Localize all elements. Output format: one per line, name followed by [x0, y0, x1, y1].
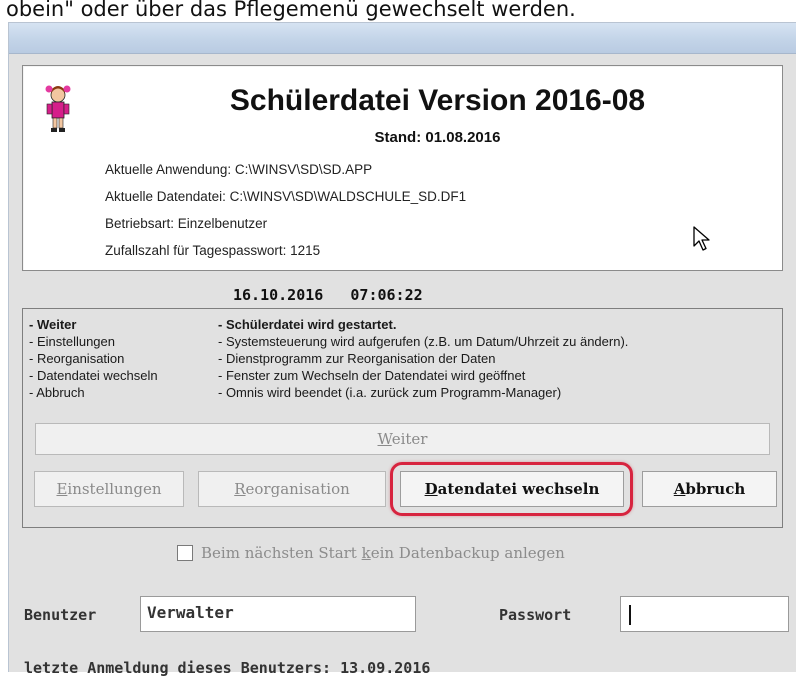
option-desc-weiter: - Schülerdatei wird gestartet.: [218, 317, 397, 332]
text-caret: [629, 605, 631, 625]
weiter-access-key: W: [377, 430, 392, 448]
info-operating-mode: Betriebsart: Einzelbenutzer: [105, 216, 268, 231]
current-datetime: 16.10.2016 07:06:22: [233, 286, 423, 304]
no-backup-checkbox[interactable]: [177, 544, 193, 561]
reorganisation-access-key: R: [234, 480, 246, 498]
option-name-weiter: - Weiter: [29, 317, 77, 332]
info-current-application: Aktuelle Anwendung: C:\WINSV\SD\SD.APP: [105, 162, 373, 177]
password-input[interactable]: [620, 596, 789, 632]
no-backup-access-key: k: [361, 544, 371, 562]
app-title: Schülerdatei Version 2016-08: [229, 84, 646, 117]
user-input[interactable]: Verwalter: [140, 596, 416, 632]
option-name-datendatei: - Datendatei wechseln: [29, 368, 158, 383]
option-desc-datendatei: - Fenster zum Wechseln der Datendatei wi…: [218, 368, 526, 383]
datendatei-label: atendatei wechseln: [437, 480, 600, 498]
option-desc-abbruch: - Omnis wird beendet (i.a. zurück zum Pr…: [218, 385, 562, 400]
abbruch-label: bbruch: [685, 480, 746, 498]
weiter-label: eiter: [391, 430, 428, 448]
option-desc-reorganisation: - Dienstprogramm zur Reorganisation der …: [218, 351, 496, 366]
info-panel: Schülerdatei Version 2016-08 Stand: 01.0…: [22, 65, 783, 271]
window-titlebar[interactable]: [9, 23, 796, 54]
user-label: Benutzer: [24, 606, 97, 624]
options-panel: - Weiter - Schülerdatei wird gestartet. …: [22, 308, 783, 528]
abbruch-access-key: A: [673, 480, 686, 498]
window-client-area: Schülerdatei Version 2016-08 Stand: 01.0…: [9, 54, 796, 677]
info-current-datafile: Aktuelle Datendatei: C:\WINSV\SD\WALDSCH…: [105, 189, 467, 204]
mouse-pointer-icon: [693, 226, 710, 251]
datendatei-wechseln-button[interactable]: Datendatei wechseln: [400, 471, 624, 507]
einstellungen-label: instellungen: [67, 480, 162, 498]
option-name-abbruch: - Abbruch: [29, 385, 85, 400]
datendatei-access-key: D: [424, 480, 438, 498]
einstellungen-button[interactable]: Einstellungen: [34, 471, 184, 507]
weiter-button[interactable]: Weiter: [35, 423, 770, 455]
einstellungen-access-key: E: [56, 480, 68, 498]
no-backup-label-end: ein Datenbackup anlegen: [370, 544, 565, 562]
reorganisation-button[interactable]: Reorganisation: [198, 471, 386, 507]
option-name-einstellungen: - Einstellungen: [29, 334, 115, 349]
option-name-reorganisation: - Reorganisation: [29, 351, 125, 366]
option-desc-einstellungen: - Systemsteuerung wird aufgerufen (z.B. …: [218, 334, 629, 349]
app-window: Schülerdatei Version 2016-08 Stand: 01.0…: [8, 22, 796, 677]
info-daily-password-number: Zufallszahl für Tagespasswort: 1215: [105, 243, 321, 258]
password-label: Passwort: [499, 606, 572, 624]
version-date: Stand: 01.08.2016: [374, 129, 501, 146]
reorganisation-label: eorganisation: [245, 480, 350, 498]
no-backup-label-start: Beim nächsten Start: [201, 544, 362, 562]
no-backup-checkbox-row[interactable]: Beim nächsten Start kein Datenbackup anl…: [177, 544, 565, 564]
abbruch-button[interactable]: Abbruch: [642, 471, 777, 507]
last-login-info: letzte Anmeldung dieses Benutzers: 13.09…: [24, 659, 431, 677]
background-document-text: obein" oder über das Pflegemenü gewechse…: [6, 0, 576, 21]
